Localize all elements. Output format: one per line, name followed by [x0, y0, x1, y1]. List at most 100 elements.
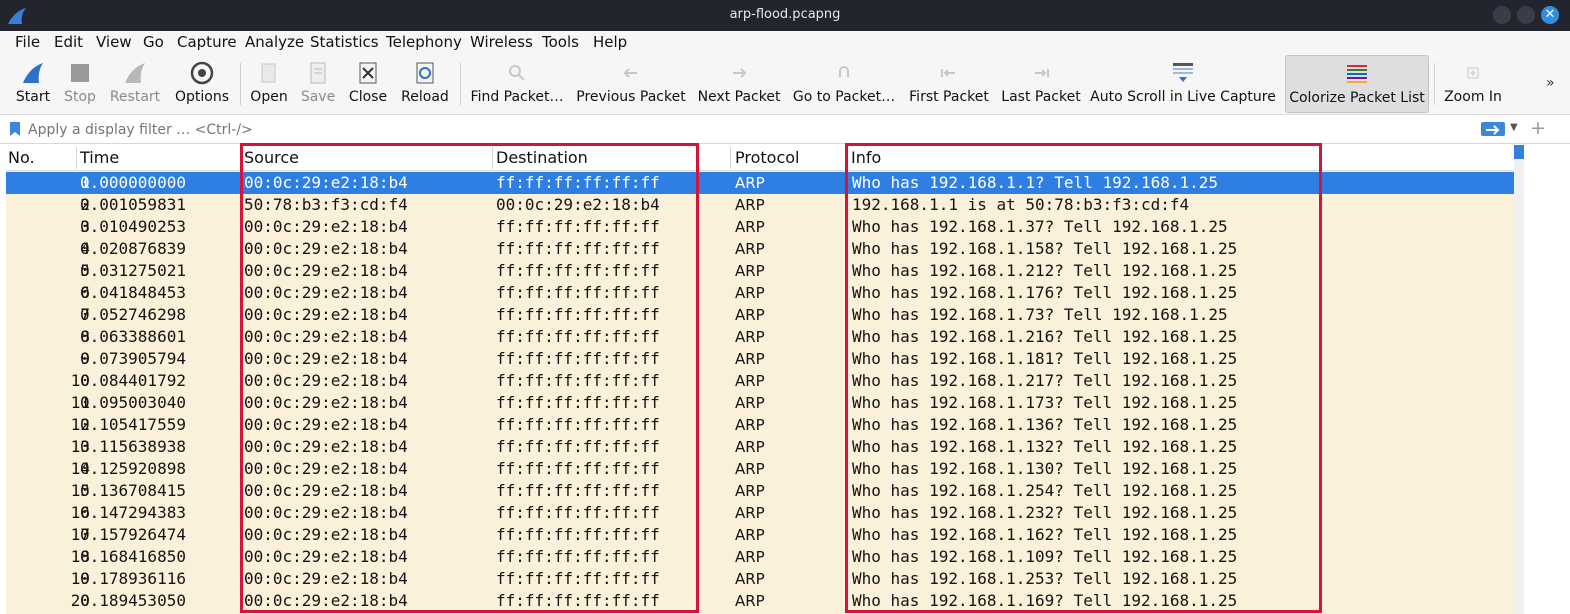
cell-time: 0.000000000	[80, 173, 186, 192]
cell-time: 0.168416850	[80, 547, 186, 566]
menu-tools[interactable]: Tools	[542, 33, 579, 51]
apply-filter-button[interactable]	[1481, 122, 1505, 136]
bookmark-icon[interactable]	[10, 122, 20, 136]
cell-no: 7	[80, 305, 90, 324]
close-file-button[interactable]: Close	[344, 55, 392, 113]
auto-scroll-button[interactable]: Auto Scroll in Live Capture	[1090, 55, 1276, 113]
cell-protocol: ARP	[735, 394, 765, 412]
cell-protocol: ARP	[735, 284, 765, 302]
search-icon	[509, 65, 525, 81]
cell-protocol: ARP	[735, 350, 765, 368]
jump-icon	[839, 66, 849, 77]
cell-time: 0.001059831	[80, 195, 186, 214]
cell-time: 0.115638938	[80, 437, 186, 456]
cell-no: 3	[80, 217, 90, 236]
column-divider[interactable]	[76, 147, 77, 169]
menu-telephony[interactable]: Telephony	[386, 33, 462, 51]
cell-no: 18	[70, 547, 90, 566]
previous-packet-button[interactable]: Previous Packet	[574, 55, 688, 113]
cell-no: 9	[80, 349, 90, 368]
display-filter-bar: ▼ +	[0, 116, 1570, 144]
cell-time: 0.041848453	[80, 283, 186, 302]
toolbar-separator	[460, 63, 461, 105]
restart-capture-button[interactable]: Restart	[106, 55, 164, 113]
add-filter-button[interactable]: +	[1530, 117, 1546, 139]
column-header-no[interactable]: No.	[8, 148, 35, 167]
cell-protocol: ARP	[735, 460, 765, 478]
packet-list-scrollbar[interactable]	[1514, 145, 1524, 614]
cell-protocol: ARP	[735, 174, 765, 192]
menu-analyze[interactable]: Analyze	[245, 33, 304, 51]
menu-capture[interactable]: Capture	[177, 33, 237, 51]
next-packet-button[interactable]: Next Packet	[694, 55, 784, 113]
scrollbar-thumb[interactable]	[1514, 145, 1524, 159]
menu-statistics[interactable]: Statistics	[310, 33, 379, 51]
title-bar: arp-flood.pcapng ✕	[0, 0, 1570, 31]
cell-no: 1	[80, 173, 90, 192]
start-capture-button[interactable]: Start	[8, 55, 58, 113]
cell-time: 0.084401792	[80, 371, 186, 390]
last-packet-button[interactable]: Last Packet	[998, 55, 1084, 113]
first-packet-button[interactable]: First Packet	[906, 55, 992, 113]
go-to-packet-button[interactable]: Go to Packet…	[790, 55, 898, 113]
zoom-in-button[interactable]: Zoom In	[1440, 55, 1506, 113]
shark-fin-icon	[23, 63, 43, 83]
find-packet-button[interactable]: Find Packet…	[468, 55, 566, 113]
zoom-in-icon	[1467, 67, 1479, 79]
cell-no: 4	[80, 239, 90, 258]
cell-time: 0.020876839	[80, 239, 186, 258]
column-header-time[interactable]: Time	[80, 148, 119, 167]
reload-icon	[416, 62, 434, 84]
column-divider[interactable]	[730, 147, 731, 169]
filter-dropdown-icon[interactable]: ▼	[1510, 122, 1518, 133]
highlight-box-info	[845, 143, 1322, 613]
menu-edit[interactable]: Edit	[54, 33, 83, 51]
cell-no: 17	[70, 525, 90, 544]
cell-protocol: ARP	[735, 262, 765, 280]
cell-protocol: ARP	[735, 306, 765, 324]
cell-protocol: ARP	[735, 416, 765, 434]
right-margin	[1524, 145, 1570, 614]
restart-fin-icon	[125, 63, 145, 83]
menu-help[interactable]: Help	[593, 33, 627, 51]
cell-no: 11	[70, 393, 90, 412]
close-window-button[interactable]: ✕	[1541, 6, 1559, 24]
toolbar-overflow-button[interactable]: »	[1546, 75, 1555, 91]
maximize-button[interactable]	[1517, 6, 1535, 24]
save-file-icon	[310, 62, 326, 84]
last-arrow-icon	[1035, 69, 1049, 77]
menu-go[interactable]: Go	[143, 33, 164, 51]
cell-protocol: ARP	[735, 240, 765, 258]
cell-no: 8	[80, 327, 90, 346]
menu-file[interactable]: File	[15, 33, 40, 51]
colorize-icon	[1347, 65, 1367, 83]
highlight-box-source-destination	[240, 143, 699, 613]
close-icon: ✕	[1544, 7, 1556, 22]
cell-time: 0.178936116	[80, 569, 186, 588]
auto-scroll-icon	[1173, 63, 1193, 82]
display-filter-input[interactable]	[28, 119, 1468, 141]
menu-wireless[interactable]: Wireless	[470, 33, 533, 51]
cell-time: 0.031275021	[80, 261, 186, 280]
colorize-packet-list-button[interactable]: Colorize Packet List	[1285, 55, 1429, 113]
arrow-right-icon	[1486, 125, 1500, 135]
cell-no: 19	[70, 569, 90, 588]
menu-bar: File Edit View Go Capture Analyze Statis…	[0, 31, 1570, 55]
column-header-protocol[interactable]: Protocol	[735, 148, 799, 167]
cell-no: 15	[70, 481, 90, 500]
window-title: arp-flood.pcapng	[729, 7, 841, 22]
capture-options-button[interactable]: Options	[170, 55, 234, 113]
stop-capture-button[interactable]: Stop	[58, 55, 102, 113]
cell-no: 2	[80, 195, 90, 214]
open-file-button[interactable]: Open	[246, 55, 292, 113]
cell-no: 16	[70, 503, 90, 522]
cell-protocol: ARP	[735, 548, 765, 566]
cell-time: 0.136708415	[80, 481, 186, 500]
cell-no: 5	[80, 261, 90, 280]
save-file-button[interactable]: Save	[296, 55, 340, 113]
menu-view[interactable]: View	[96, 33, 132, 51]
stop-square-icon	[71, 64, 89, 82]
minimize-button[interactable]	[1493, 6, 1511, 24]
reload-file-button[interactable]: Reload	[398, 55, 452, 113]
cell-time: 0.125920898	[80, 459, 186, 478]
